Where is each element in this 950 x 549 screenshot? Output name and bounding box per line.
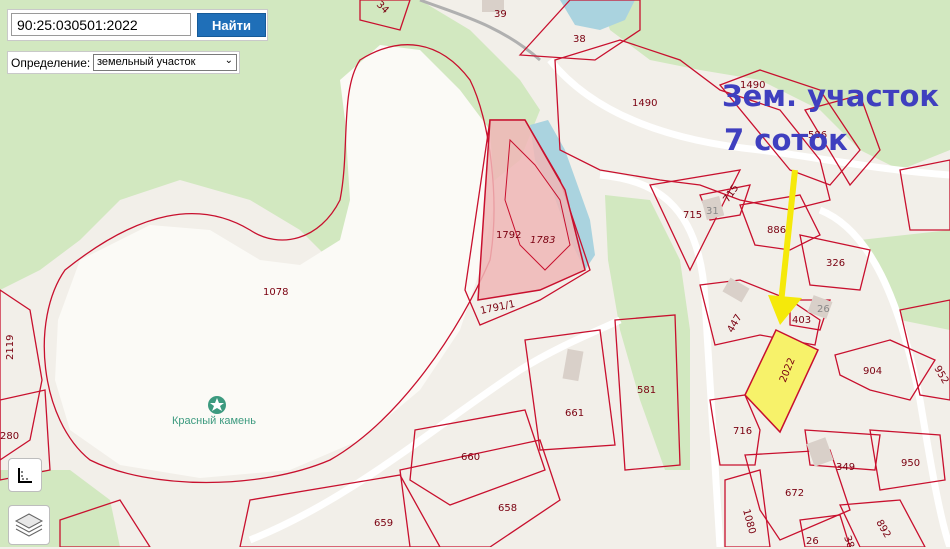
chevron-down-icon: ⌄ (224, 55, 233, 66)
parcel-label: 715 (683, 210, 702, 221)
parcel-label: 39 (494, 9, 507, 20)
parcel-label: 716 (733, 426, 752, 437)
poi-label[interactable]: Красный камень (172, 415, 256, 427)
parcel-label: 1490 (632, 98, 657, 109)
parcel-label: 1792 (496, 230, 521, 241)
parcel-label: 904 (863, 366, 882, 377)
parcel-label: 658 (498, 503, 517, 514)
definition-selected-value: земельный участок (97, 56, 196, 68)
parcel-label: 349 (836, 462, 855, 473)
parcel-label: 659 (374, 518, 393, 529)
search-button[interactable]: Найти (197, 13, 266, 37)
search-bar: Найти (7, 9, 268, 41)
parcel-label: 886 (767, 225, 786, 236)
parcel-label: 1783 (530, 235, 555, 246)
parcel-label: 280 (0, 431, 19, 442)
parcel-label: 660 (461, 452, 480, 463)
measure-icon (18, 468, 32, 483)
annotation-line-2: 7 соток (724, 123, 848, 157)
measure-button[interactable] (8, 458, 42, 492)
definition-panel: Определение: земельный участок ⌄ (7, 51, 240, 74)
parcel-label: 661 (565, 408, 584, 419)
parcel-label: 1078 (263, 287, 288, 298)
parcel-label: 581 (637, 385, 656, 396)
definition-label: Определение: (11, 56, 91, 70)
parcel-label: 26 (806, 536, 819, 547)
parcel-label: 326 (826, 258, 845, 269)
parcel-label: 950 (901, 458, 920, 469)
layers-button[interactable] (8, 505, 50, 545)
layers-icon (14, 513, 44, 537)
parcel-label: 403 (792, 315, 811, 326)
parcel-label: 31 (706, 206, 719, 217)
annotation-line-1: Зем. участок - (722, 79, 950, 113)
definition-select[interactable]: земельный участок ⌄ (93, 54, 237, 71)
star-pin-icon[interactable] (208, 396, 226, 414)
search-input[interactable] (11, 13, 191, 36)
parcel-label: 2119 (5, 335, 16, 360)
parcel-label: 26 (817, 304, 830, 315)
parcel-label: 38 (573, 34, 586, 45)
parcel-label: 672 (785, 488, 804, 499)
